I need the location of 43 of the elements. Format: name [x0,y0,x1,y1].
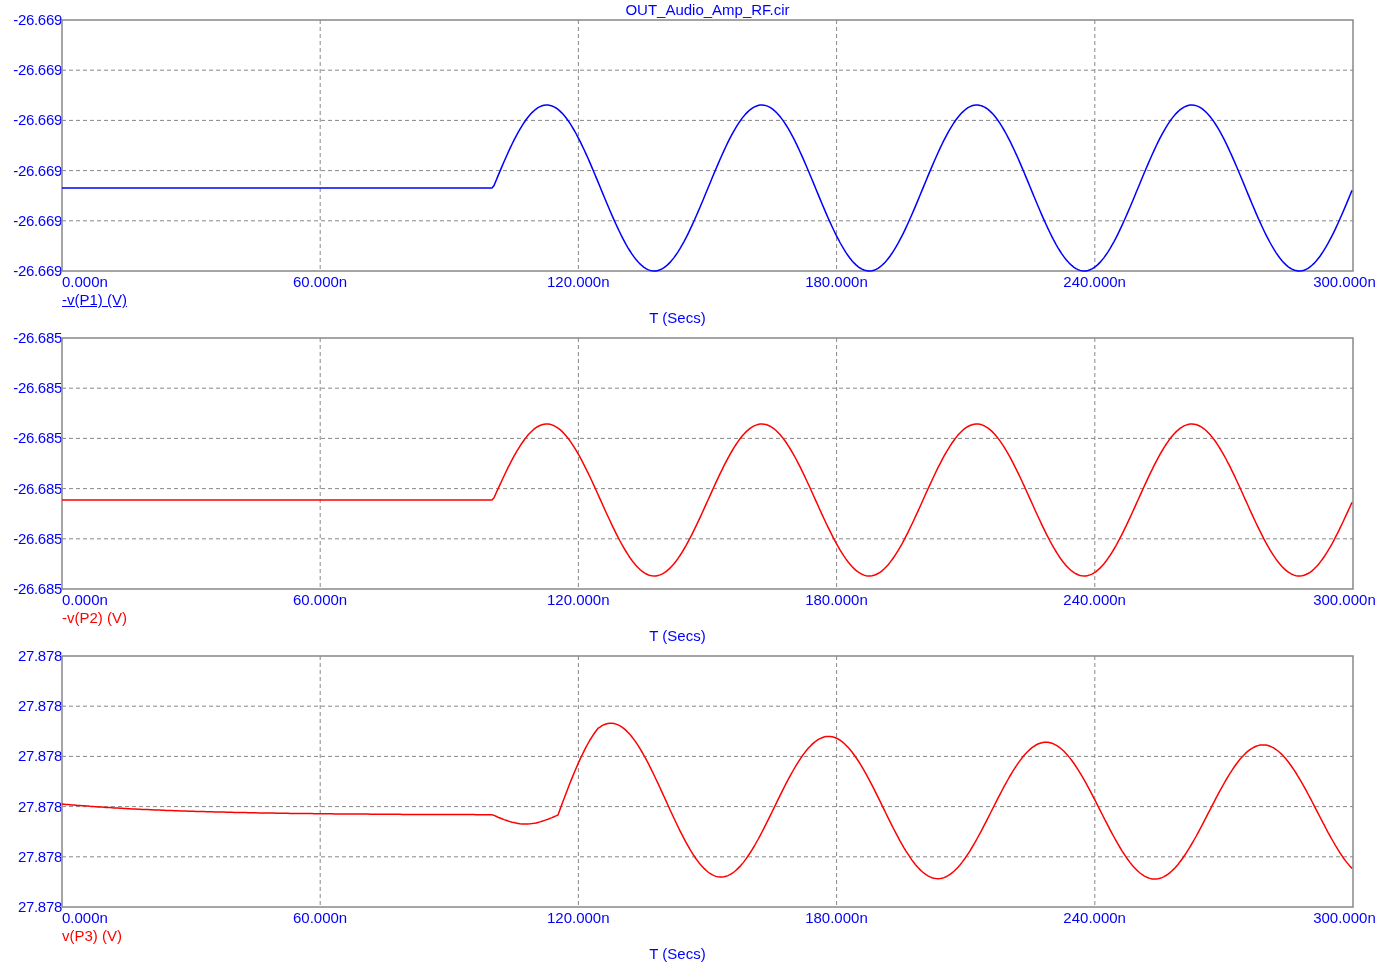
y-tick-label: -26.669 [13,162,62,179]
y-tick-label: -26.685 [13,580,62,597]
x-tick-label: 0.000n [62,273,109,291]
y-tick-label: -26.669 [13,62,62,79]
x-tick-label: 300.000n [1312,273,1376,291]
x-tick-label: 0.000n [62,591,109,609]
x-tick-label: 120.000n [546,591,611,609]
x-tick-label: 60.000n [291,591,349,609]
y-tick-label: -26.669 [13,112,62,129]
axis-label: T (Secs) [649,945,706,963]
x-tick-label: 180.000n [804,273,869,291]
plot-title: OUT_Audio_Amp_RF.cir [624,0,791,20]
y-tick-label: -26.669 [13,262,62,279]
x-tick-label: 240.000n [1062,909,1127,927]
y-tick-label: 27.878 [17,648,62,664]
x-tick-label: 180.000n [804,909,869,927]
y-tick-label: 27.878 [17,798,62,815]
x-tick-label: 300.000n [1312,909,1376,927]
x-tick-label: 240.000n [1062,591,1127,609]
axis-label: T (Secs) [649,309,706,327]
trace-legend[interactable]: v(P3) (V) [62,927,122,944]
y-tick-label: 27.878 [17,698,62,715]
y-tick-label: -26.669 [13,12,62,28]
y-tick-label: -26.685 [13,480,62,497]
axis-label: T (Secs) [649,627,706,645]
y-tick-label: 27.878 [17,748,62,765]
x-tick-label: 60.000n [291,273,349,291]
y-tick-label: -26.685 [13,530,62,547]
y-tick-label: -26.685 [13,430,62,447]
x-tick-label: 180.000n [804,591,869,609]
x-tick-label: 60.000n [291,909,349,927]
x-tick-label: 300.000n [1312,591,1376,609]
trace-legend[interactable]: -v(P2) (V) [62,609,127,626]
y-tick-label: -26.685 [13,380,62,397]
trace-legend[interactable]: -v(P1) (V) [62,291,127,308]
y-tick-label: 27.878 [17,848,62,865]
x-tick-label: 120.000n [546,273,611,291]
y-tick-label: 27.878 [17,898,62,915]
y-tick-label: -26.669 [13,212,62,229]
x-tick-label: 0.000n [62,909,109,927]
x-tick-label: 120.000n [546,909,611,927]
y-tick-label: -26.685 [13,330,62,346]
x-tick-label: 240.000n [1062,273,1127,291]
